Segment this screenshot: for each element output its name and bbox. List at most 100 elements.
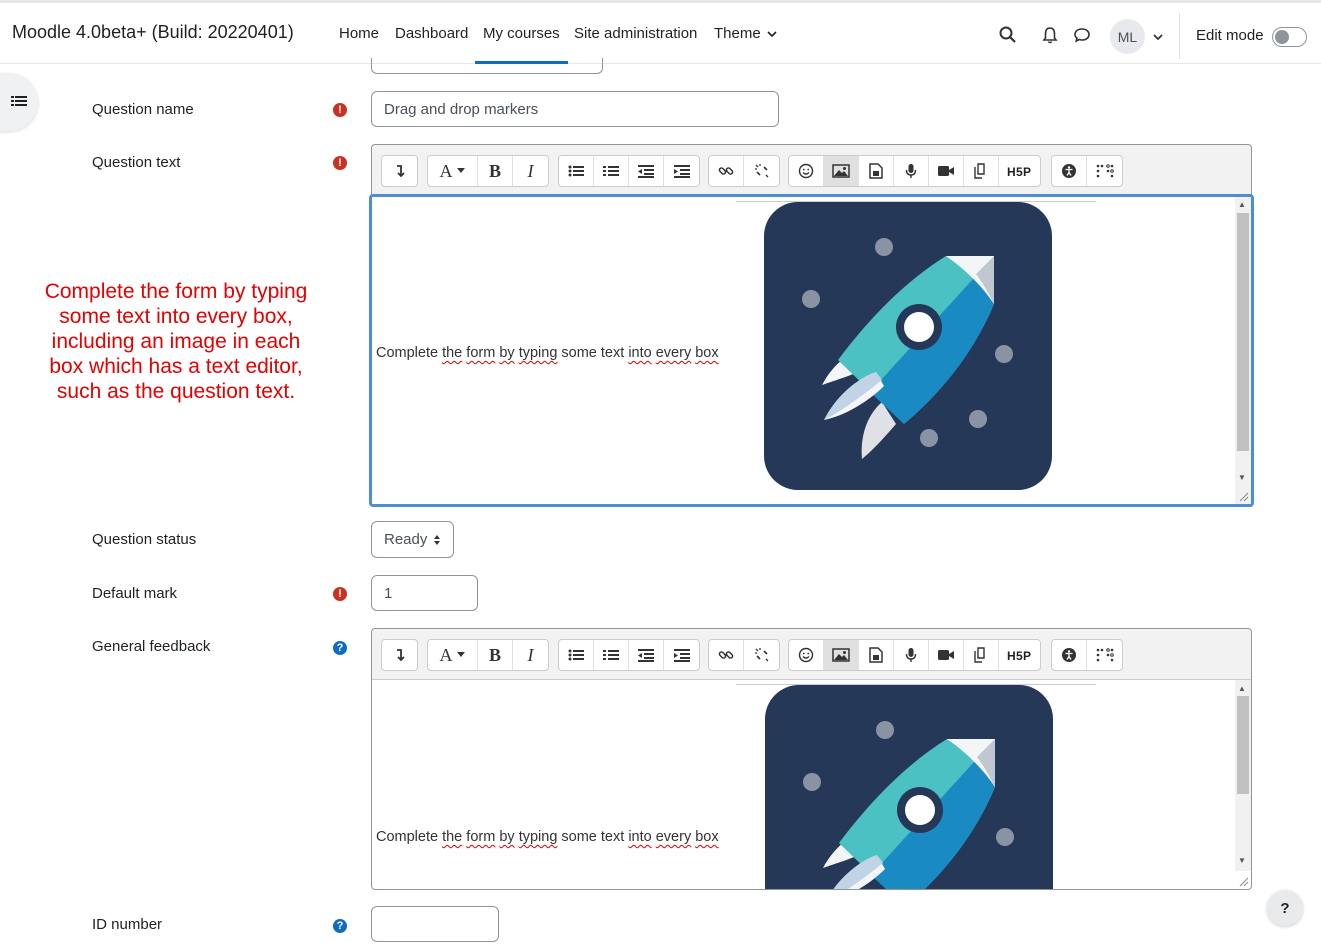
bold-button[interactable]: B [478, 640, 513, 670]
site-brand[interactable]: Moodle 4.0beta+ (Build: 20220401) [12, 22, 294, 43]
nav-site-administration[interactable]: Site administration [574, 25, 697, 42]
emoji-button[interactable] [789, 640, 824, 670]
exclamation-icon[interactable]: ! [333, 156, 347, 170]
h5p-button[interactable]: H5P [999, 156, 1040, 186]
bold-button[interactable]: B [478, 156, 513, 186]
indent-icon [673, 649, 690, 662]
manage-files-button[interactable] [964, 640, 999, 670]
scroll-up-arrow[interactable]: ▲ [1238, 200, 1246, 209]
scrollbar-thumb[interactable] [1237, 213, 1249, 451]
indent-button[interactable] [664, 640, 699, 670]
unlink-button[interactable] [744, 156, 779, 186]
svg-text:5: 5 [1016, 165, 1023, 177]
editor-scrollbar[interactable]: ▲ ▼ [1235, 680, 1251, 871]
rocket-image[interactable] [765, 685, 1053, 889]
general-feedback-content-text: Complete the form by typing some text in… [376, 829, 719, 845]
question-name-input[interactable]: Drag and drop markers [371, 91, 779, 127]
italic-button[interactable]: I [513, 640, 548, 670]
image-button[interactable] [824, 156, 859, 186]
screenreader-helper-button[interactable] [1087, 640, 1122, 670]
ordered-list-button[interactable] [594, 156, 629, 186]
chevron-down-icon[interactable] [1153, 33, 1163, 41]
nav-home[interactable]: Home [339, 25, 379, 42]
record-video-button[interactable] [929, 156, 964, 186]
video-camera-icon [938, 650, 954, 660]
course-index-drawer-button[interactable] [0, 73, 38, 131]
question-status-value: Ready [384, 531, 428, 548]
question-mark-icon[interactable]: ? [333, 919, 347, 933]
accessibility-checker-button[interactable] [1052, 640, 1087, 670]
bullet-list-icon [568, 165, 584, 177]
question-text-label: Question text [92, 154, 181, 171]
record-audio-button[interactable] [894, 156, 929, 186]
id-number-label: ID number [92, 916, 163, 933]
manage-files-button[interactable] [964, 156, 999, 186]
link-icon [718, 651, 734, 659]
screenreader-helper-button[interactable] [1087, 156, 1122, 186]
question-status-select[interactable]: Ready [371, 521, 454, 558]
record-audio-button[interactable] [894, 640, 929, 670]
outdent-button[interactable] [629, 156, 664, 186]
h5p-button[interactable]: H5P [999, 640, 1040, 670]
resize-handle-icon[interactable] [1239, 492, 1249, 502]
editor-scrollbar[interactable]: ▲ ▼ [1235, 197, 1251, 504]
link-button[interactable] [709, 156, 744, 186]
unordered-list-button[interactable] [559, 156, 594, 186]
search-icon[interactable] [998, 25, 1018, 45]
toolbar-group-style: A B I [427, 155, 549, 187]
toolbar-group-list [558, 639, 700, 671]
accessibility-checker-button[interactable] [1052, 156, 1087, 186]
avatar[interactable]: ML [1110, 19, 1145, 54]
bell-icon[interactable] [1040, 25, 1060, 45]
paragraph-styles-button[interactable]: A [428, 640, 478, 670]
unlink-icon [754, 164, 768, 178]
id-number-input[interactable] [371, 906, 499, 942]
scrollbar-thumb[interactable] [1237, 696, 1249, 794]
general-feedback-editor: A B I H 5 P Complete the form by typing … [371, 628, 1252, 890]
outdent-button[interactable] [629, 640, 664, 670]
svg-text:P: P [1023, 165, 1031, 177]
question-mark-icon[interactable]: ? [333, 641, 347, 655]
exclamation-icon[interactable]: ! [333, 103, 347, 117]
exclamation-icon[interactable]: ! [333, 587, 347, 601]
emoji-button[interactable] [789, 156, 824, 186]
nav-theme-label: Theme [714, 25, 761, 42]
ordered-list-button[interactable] [594, 640, 629, 670]
unlink-button[interactable] [744, 640, 779, 670]
nav-theme[interactable]: Theme [714, 25, 777, 42]
rocket-image[interactable] [764, 202, 1052, 490]
instruction-annotation: Complete the form by typing some text in… [44, 280, 308, 403]
scroll-up-arrow[interactable]: ▲ [1238, 684, 1246, 693]
scroll-down-arrow[interactable]: ▼ [1238, 473, 1246, 482]
nav-my-courses[interactable]: My courses [475, 25, 568, 64]
outdent-icon [638, 165, 654, 178]
default-mark-input[interactable]: 1 [371, 575, 478, 611]
image-button[interactable] [824, 640, 859, 670]
question-text-editor: A B I H 5 P Complete the form by typing … [369, 144, 1254, 507]
resize-handle-icon[interactable] [1239, 877, 1249, 887]
collapse-toolbar-button[interactable] [382, 156, 417, 186]
italic-button[interactable]: I [513, 156, 548, 186]
nav-dashboard[interactable]: Dashboard [395, 25, 468, 42]
category-select-partial[interactable] [371, 58, 603, 74]
indent-button[interactable] [664, 156, 699, 186]
help-button[interactable]: ? [1267, 890, 1303, 926]
collapse-toolbar-button[interactable] [382, 640, 417, 670]
general-feedback-content[interactable]: Complete the form by typing some text in… [372, 680, 1251, 889]
question-text-content[interactable]: Complete the form by typing some text in… [369, 194, 1254, 507]
link-button[interactable] [709, 640, 744, 670]
chat-icon[interactable] [1072, 25, 1092, 45]
media-button[interactable] [859, 156, 894, 186]
unordered-list-button[interactable] [559, 640, 594, 670]
toolbar-group-links [708, 639, 780, 671]
edit-mode-label: Edit mode [1196, 27, 1264, 44]
record-video-button[interactable] [929, 640, 964, 670]
microphone-icon [905, 164, 917, 178]
media-button[interactable] [859, 640, 894, 670]
edit-mode-toggle[interactable] [1272, 27, 1307, 47]
scroll-down-arrow[interactable]: ▼ [1238, 856, 1246, 865]
navbar: Moodle 4.0beta+ (Build: 20220401) Home D… [0, 0, 1321, 64]
microphone-icon [905, 648, 917, 662]
paragraph-styles-button[interactable]: A [428, 156, 478, 186]
bold-icon: B [488, 644, 501, 665]
